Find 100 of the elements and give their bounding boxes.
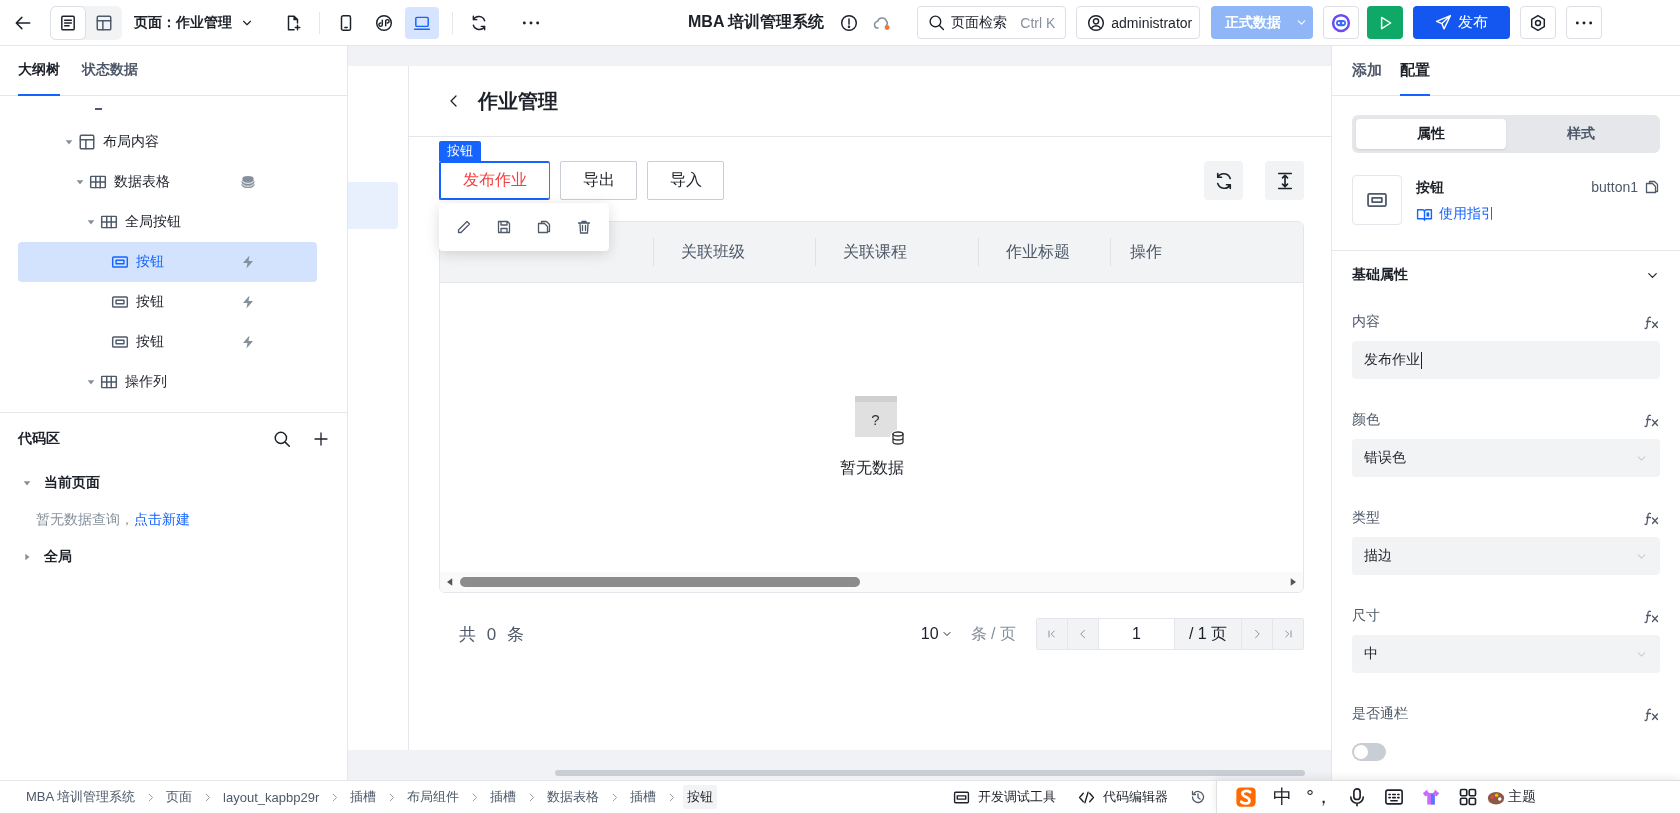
run-button[interactable] bbox=[1367, 6, 1404, 39]
tree-item[interactable]: 按钮 bbox=[18, 321, 317, 362]
page-title: 作业管理 bbox=[478, 88, 558, 114]
breadcrumb-item[interactable]: layout_kapbp29r bbox=[219, 786, 324, 808]
tree-item[interactable]: 按钮 bbox=[18, 281, 317, 322]
action-button[interactable]: 导出 bbox=[560, 161, 637, 200]
tree-label: 按钮 bbox=[136, 252, 164, 271]
app-title: MBA 培训管理系统 bbox=[688, 12, 825, 32]
apps-icon[interactable] bbox=[1457, 787, 1478, 807]
column-header: 关联班级 bbox=[681, 241, 745, 262]
tool-button[interactable]: 代码编辑器 bbox=[1078, 788, 1168, 806]
tree-item[interactable]: 按钮 bbox=[18, 241, 317, 282]
tree-label: 按钮 bbox=[136, 292, 164, 311]
keyboard-icon[interactable] bbox=[1383, 787, 1404, 807]
function-icon[interactable] bbox=[1644, 314, 1660, 330]
tree-item[interactable]: 操作列 bbox=[18, 361, 317, 402]
tree-item[interactable]: 全局按钮 bbox=[18, 201, 317, 242]
ime-key[interactable]: 中 bbox=[1273, 784, 1292, 810]
function-icon[interactable] bbox=[1644, 510, 1660, 526]
publish-button[interactable]: 发布 bbox=[1413, 6, 1511, 39]
history-icon[interactable] bbox=[1190, 789, 1206, 805]
refresh-button[interactable] bbox=[1204, 161, 1243, 200]
tree-label[interactable]: 全局 bbox=[44, 548, 72, 566]
panel-tab[interactable]: 添加 bbox=[1352, 46, 1382, 96]
section-title: 代码区 bbox=[18, 430, 60, 448]
scrollbar-thumb[interactable] bbox=[460, 577, 860, 587]
row-height-button[interactable] bbox=[1265, 161, 1304, 200]
delete-icon[interactable] bbox=[576, 219, 592, 235]
panel-tab[interactable]: 状态数据 bbox=[82, 46, 138, 96]
tree-label[interactable]: 当前页面 bbox=[44, 474, 100, 492]
copy-icon[interactable] bbox=[536, 219, 552, 235]
window-icon bbox=[953, 788, 970, 806]
refresh-icon bbox=[470, 13, 488, 32]
total-count: 共 0 条 bbox=[459, 623, 524, 646]
first-page-icon bbox=[1046, 628, 1058, 640]
view-mode-tab[interactable] bbox=[50, 5, 86, 40]
field-label: 是否通栏 bbox=[1352, 705, 1409, 723]
search-icon[interactable] bbox=[273, 430, 291, 448]
save-icon[interactable] bbox=[496, 219, 512, 235]
scrollbar[interactable] bbox=[440, 572, 1303, 592]
panel-tab[interactable]: 大纲树 bbox=[18, 46, 60, 96]
segment-tab[interactable]: 属性 bbox=[1356, 119, 1506, 149]
breadcrumb-item[interactable]: 插槽 bbox=[346, 785, 381, 809]
tree-label: 按钮 bbox=[136, 332, 164, 351]
caret-icon[interactable] bbox=[22, 552, 32, 562]
breadcrumb-item[interactable]: 布局组件 bbox=[403, 785, 464, 809]
caret-icon[interactable] bbox=[22, 478, 32, 488]
database-icon bbox=[889, 430, 906, 446]
more-icon bbox=[1575, 20, 1594, 25]
breadcrumb-item[interactable]: 插槽 bbox=[626, 785, 661, 809]
breadcrumb-item[interactable]: 插槽 bbox=[486, 785, 521, 809]
ime-key[interactable]: °， bbox=[1306, 784, 1333, 810]
column-header: 作业标题 bbox=[1006, 241, 1070, 262]
more-icon bbox=[522, 20, 540, 25]
field-label: 颜色 bbox=[1352, 411, 1381, 429]
search-button[interactable]: 页面检索 Ctrl K bbox=[917, 6, 1067, 39]
layout-icon bbox=[78, 132, 96, 151]
column-header: 关联课程 bbox=[843, 241, 907, 262]
function-icon[interactable] bbox=[1644, 608, 1660, 624]
create-link[interactable]: 点击新建 bbox=[134, 511, 190, 529]
tree-label: 数据表格 bbox=[114, 172, 170, 191]
breadcrumb-item[interactable]: 按钮 bbox=[683, 785, 718, 809]
panel-tab[interactable]: 配置 bbox=[1400, 46, 1430, 96]
component-name: 按钮 bbox=[1416, 179, 1445, 197]
select-field[interactable]: 描边 bbox=[1352, 537, 1660, 575]
copy-icon[interactable] bbox=[1644, 179, 1660, 195]
segment-tab[interactable]: 样式 bbox=[1506, 119, 1656, 149]
robot-icon bbox=[1331, 12, 1352, 33]
tool-button[interactable]: 开发调试工具 bbox=[953, 788, 1056, 806]
shortcut-hint: Ctrl K bbox=[1020, 14, 1056, 31]
add-icon[interactable] bbox=[313, 431, 329, 447]
breadcrumb-item[interactable]: MBA 培训管理系统 bbox=[22, 785, 140, 809]
shirt-icon[interactable] bbox=[1420, 787, 1441, 807]
action-button[interactable]: 导入 bbox=[647, 161, 724, 200]
text-field[interactable]: 发布作业 bbox=[1352, 341, 1660, 379]
breadcrumb-item[interactable]: 数据表格 bbox=[543, 785, 604, 809]
user-button[interactable]: administrator bbox=[1076, 6, 1201, 39]
assistant-button[interactable] bbox=[1323, 6, 1360, 39]
select-field[interactable]: 错误色 bbox=[1352, 439, 1660, 477]
page-selector[interactable]: 页面：作业管理 bbox=[134, 13, 254, 32]
page-size-select[interactable]: 10 bbox=[920, 625, 953, 643]
tree-item[interactable]: 布局内容 bbox=[18, 121, 317, 162]
settings-button[interactable] bbox=[1520, 6, 1557, 39]
canvas-scrollbar[interactable] bbox=[555, 770, 1305, 776]
theme-button[interactable]: 主题 bbox=[1486, 787, 1536, 807]
logo-icon[interactable] bbox=[1234, 786, 1257, 808]
breadcrumb-item[interactable]: 页面 bbox=[162, 785, 197, 809]
page-size-unit: 条 / 页 bbox=[970, 623, 1016, 644]
toggle-switch[interactable] bbox=[1352, 743, 1386, 761]
function-icon[interactable] bbox=[1644, 706, 1660, 722]
guide-link[interactable]: 使用指引 bbox=[1416, 205, 1495, 223]
action-button[interactable]: 发布作业 bbox=[439, 161, 550, 200]
select-field[interactable]: 中 bbox=[1352, 635, 1660, 673]
edit-icon[interactable] bbox=[456, 219, 472, 235]
alert-icon[interactable] bbox=[840, 13, 859, 32]
tree-item[interactable]: 数据表格 bbox=[18, 161, 317, 202]
function-icon[interactable] bbox=[1644, 412, 1660, 428]
empty-hint: 暂无数据查询，点击新建 bbox=[35, 510, 191, 531]
component-id: button1 bbox=[1591, 179, 1638, 195]
section-title: 基础属性 bbox=[1352, 266, 1409, 284]
